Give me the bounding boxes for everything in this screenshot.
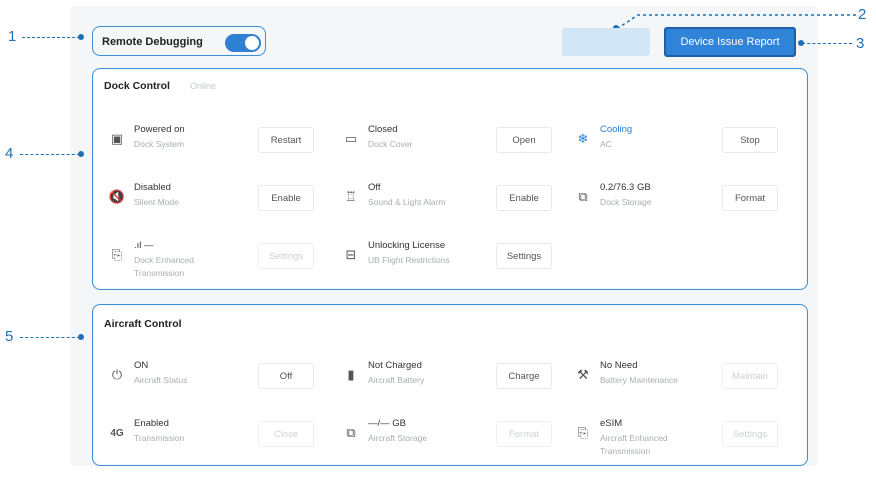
dock-action-button[interactable]: Enable <box>496 185 552 211</box>
dock-action-button[interactable]: Enable <box>258 185 314 211</box>
dock-item-subtitle-2: Transmission <box>134 268 185 278</box>
device-issue-report-button[interactable]: Device Issue Report <box>664 27 796 57</box>
remote-debugging-label: Remote Debugging <box>102 36 203 48</box>
callout-4-dot <box>78 151 84 157</box>
aircraft-action-button[interactable]: Close <box>258 421 314 447</box>
aircraft-action-button[interactable]: Charge <box>496 363 552 389</box>
aircraft-item-title: Enabled <box>134 418 169 429</box>
dock-item-subtitle: Dock Cover <box>368 139 413 149</box>
dock-item-title: Closed <box>368 124 398 135</box>
dock-item-title: Disabled <box>134 182 171 193</box>
esim-icon: ⎘ <box>577 425 589 440</box>
aircraft-item-subtitle: Battery Maintenance <box>600 375 678 385</box>
dock-item-subtitle: Sound & Light Alarm <box>368 197 446 207</box>
dock-item-subtitle: Dock Enhanced <box>134 255 195 265</box>
dock-item-subtitle: Silent Mode <box>134 197 179 207</box>
aircraft-control-highlight <box>92 304 808 466</box>
battery-icon: ▮ <box>347 367 355 382</box>
callout-1: 1 <box>8 28 17 45</box>
dock-cover-icon: ▭ <box>344 131 358 146</box>
dock-item-title: Powered on <box>134 124 185 135</box>
dock-action-button[interactable]: Stop <box>722 127 778 153</box>
aircraft-control-title: Aircraft Control <box>104 318 182 330</box>
dock-control-highlight <box>92 68 808 290</box>
aircraft-item-title: eSIM <box>600 418 623 429</box>
dock-item-title: Off <box>368 182 381 193</box>
screen: { "callouts": ["1", "2", "3", "4", "5"],… <box>0 0 876 492</box>
aircraft-item-title: ON <box>134 360 149 371</box>
transmission-file-icon: ⎘ <box>111 247 123 262</box>
callout-5-leader <box>20 337 80 338</box>
callout-1-leader <box>22 37 80 38</box>
aircraft-action-button[interactable]: Maintain <box>722 363 778 389</box>
network-4g-icon: 4G <box>110 427 124 439</box>
dock-action-button[interactable]: Format <box>722 185 778 211</box>
aircraft-item-subtitle: Transmission <box>134 433 185 443</box>
speaker-mute-icon: 🔇 <box>108 189 126 204</box>
dock-item-subtitle: Dock System <box>134 139 185 149</box>
dock-item-subtitle: Dock Storage <box>600 197 652 207</box>
toggle-knob <box>245 36 259 50</box>
aircraft-item-subtitle: Aircraft Status <box>134 375 188 385</box>
license-icon: ⊟ <box>345 247 357 262</box>
callout-1-dot <box>78 34 84 40</box>
callout-3-dot <box>798 40 804 46</box>
dock-action-button[interactable]: Settings <box>496 243 552 269</box>
dock-item-title: Cooling <box>600 124 633 135</box>
callout-3: 3 <box>856 35 865 52</box>
callout-4-leader <box>20 154 80 155</box>
aircraft-item-subtitle: Aircraft Storage <box>368 433 428 443</box>
callout-5-dot <box>78 334 84 340</box>
image-frame-icon: ▣ <box>110 131 124 146</box>
aircraft-item-subtitle: Aircraft Enhanced <box>600 433 668 443</box>
aircraft-action-button[interactable]: Format <box>496 421 552 447</box>
callout-5: 5 <box>5 328 14 345</box>
dock-action-button[interactable]: Settings <box>258 243 314 269</box>
aircraft-item-subtitle-2: Transmission <box>600 446 651 456</box>
callout-3-leader <box>802 43 852 44</box>
dock-action-button[interactable]: Open <box>496 127 552 153</box>
aircraft-item-title: Not Charged <box>368 360 422 371</box>
blank-action-button[interactable] <box>562 28 650 56</box>
dock-item-title: .ıl — <box>134 240 154 251</box>
remote-debugging-toggle[interactable] <box>225 34 261 52</box>
storage-icon: ⧉ <box>578 189 588 204</box>
dock-item-subtitle: AC <box>600 139 612 149</box>
battery-maintenance-icon: ⚒ <box>577 367 589 382</box>
alarm-icon: ♖ <box>345 189 357 204</box>
power-icon: ⏻ <box>111 367 123 382</box>
dock-item-title: Unlocking License <box>368 240 446 251</box>
aircraft-action-button[interactable]: Off <box>258 363 314 389</box>
aircraft-item-subtitle: Aircraft Battery <box>368 375 425 385</box>
aircraft-storage-icon: ⧉ <box>346 425 356 440</box>
aircraft-action-button[interactable]: Settings <box>722 421 778 447</box>
dock-action-button[interactable]: Restart <box>258 127 314 153</box>
dock-status-badge: Online <box>190 81 217 91</box>
aircraft-item-title: No Need <box>600 360 638 371</box>
callout-4: 4 <box>5 145 14 162</box>
dock-item-title: 0.2/76.3 GB <box>600 182 651 193</box>
ac-icon: ❄ <box>577 131 589 146</box>
dock-control-title: Dock Control <box>104 80 170 92</box>
dock-item-subtitle: UB Flight Restrictions <box>368 255 450 265</box>
aircraft-item-title: —/— GB <box>368 418 407 429</box>
